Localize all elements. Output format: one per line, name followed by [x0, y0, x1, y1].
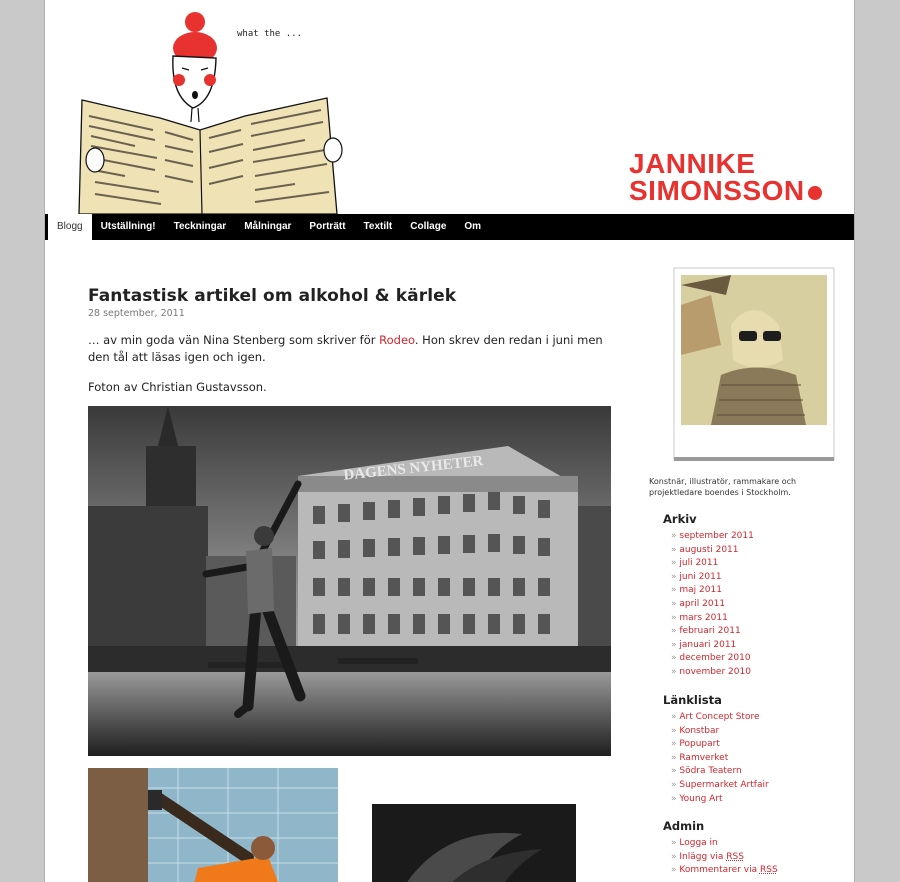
blogroll-link[interactable]: Supermarket Artfair: [671, 779, 768, 793]
nav-item-textilt[interactable]: Textilt: [355, 214, 402, 240]
rodeo-link[interactable]: Rodeo: [379, 333, 415, 347]
site-title-last-text: SIMONSSON: [629, 175, 805, 206]
blogroll-link[interactable]: Art Concept Store: [671, 711, 769, 725]
archive-link[interactable]: september 2011: [671, 530, 754, 544]
blogroll-link[interactable]: Södra Teatern: [671, 765, 769, 779]
admin-heading: Admin: [663, 819, 705, 833]
header-illustration: what the ...: [78, 12, 343, 214]
archive-link[interactable]: januari 2011: [671, 639, 754, 653]
archive-link[interactable]: maj 2011: [671, 584, 754, 598]
post-title[interactable]: Fantastisk artikel om alkohol & kärlek: [88, 286, 612, 306]
post: Fantastisk artikel om alkohol & kärlek 2…: [88, 286, 612, 882]
archive-link[interactable]: december 2010: [671, 652, 754, 666]
rss-abbr: RSS: [726, 851, 744, 862]
nav-item-blogg[interactable]: Blogg: [48, 214, 92, 240]
header: what the ... JANNIKE SIMONSSON: [45, 0, 854, 214]
archive-heading: Arkiv: [663, 512, 697, 526]
archive-link[interactable]: november 2010: [671, 666, 754, 680]
post-paragraph-1: … av min goda vän Nina Stenberg som skri…: [88, 332, 612, 366]
comments-rss-link[interactable]: Kommentarer via RSS: [671, 864, 778, 878]
speech-text: what the ...: [237, 29, 302, 39]
nav-item-collage[interactable]: Collage: [401, 214, 455, 240]
site-title-last: SIMONSSON: [629, 175, 822, 206]
archive-link[interactable]: april 2011: [671, 598, 754, 612]
nav-item-om[interactable]: Om: [455, 214, 490, 240]
archive-link[interactable]: juli 2011: [671, 557, 754, 571]
nav-item-portratt[interactable]: Porträtt: [300, 214, 354, 240]
post-photo-dark[interactable]: [372, 804, 576, 882]
login-link[interactable]: Logga in: [671, 837, 778, 851]
blogroll-link[interactable]: Konstbar: [671, 725, 769, 739]
main-navigation: Blogg Utställning! Teckningar Målningar …: [45, 214, 854, 240]
archive-link[interactable]: mars 2011: [671, 612, 754, 626]
nav-item-malningar[interactable]: Målningar: [235, 214, 300, 240]
title-dot-icon: [807, 186, 822, 200]
blogroll-link[interactable]: Popupart: [671, 738, 769, 752]
blogroll-link[interactable]: Young Art: [671, 793, 769, 807]
archive-link[interactable]: februari 2011: [671, 625, 754, 639]
admin-list: Logga in Inlägg via RSS Kommentarer via …: [671, 837, 778, 878]
post-photo-stretch[interactable]: [88, 768, 338, 882]
archive-link[interactable]: augusti 2011: [671, 544, 754, 558]
links-list: Art Concept Store Konstbar Popupart Ramv…: [671, 711, 769, 807]
links-heading: Länklista: [663, 693, 722, 707]
archive-list: september 2011 augusti 2011 juli 2011 ju…: [671, 530, 754, 680]
post-date: 28 september, 2011: [88, 308, 185, 319]
comments-rss-label: Kommentarer via: [679, 865, 758, 876]
site-title-first: JANNIKE: [629, 148, 756, 179]
page: what the ... JANNIKE SIMONSSON Blogg Uts…: [44, 0, 855, 882]
bio-text: Konstnär, illustratör, rammakare och pro…: [649, 477, 797, 497]
nav-item-utstallning[interactable]: Utställning!: [92, 214, 165, 240]
post-photo-dancer[interactable]: DAGENS NYHETER: [88, 406, 611, 756]
blogroll-link[interactable]: Ramverket: [671, 752, 769, 766]
rss-abbr: RSS: [759, 865, 778, 876]
post-p1-before: … av min goda vän Nina Stenberg som skri…: [88, 333, 380, 347]
site-title[interactable]: JANNIKE SIMONSSON: [629, 148, 822, 206]
posts-rss-link[interactable]: Inlägg via RSS: [671, 851, 778, 865]
archive-link[interactable]: juni 2011: [671, 571, 754, 585]
profile-polaroid[interactable]: [671, 265, 837, 463]
post-paragraph-2: Foton av Christian Gustavsson.: [88, 380, 267, 394]
nav-item-teckningar[interactable]: Teckningar: [165, 214, 236, 240]
posts-rss-label: Inlägg via: [679, 851, 724, 862]
